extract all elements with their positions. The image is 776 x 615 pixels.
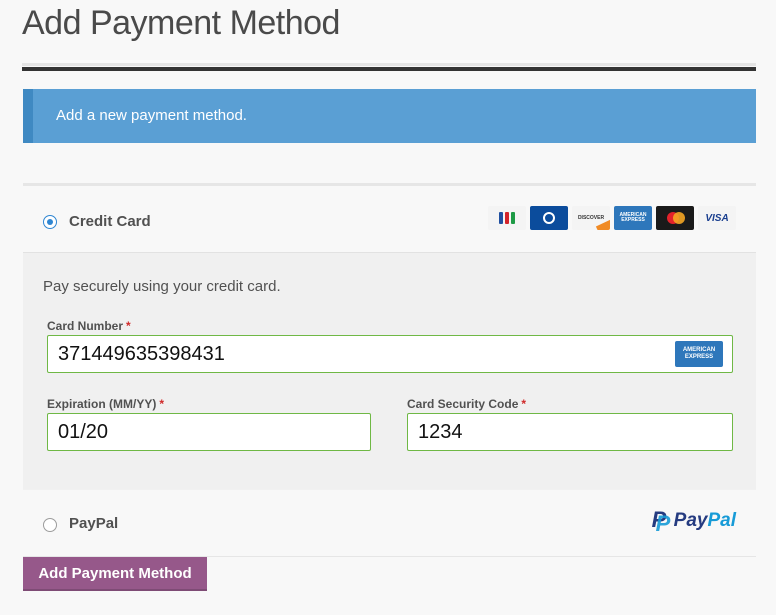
expiration-input[interactable] bbox=[47, 413, 371, 451]
add-payment-method-button[interactable]: Add Payment Method bbox=[23, 557, 207, 591]
discover-icon: DISCOVER bbox=[572, 206, 610, 230]
security-code-input[interactable] bbox=[407, 413, 733, 451]
paypal-logo: PP Pay Pal bbox=[651, 507, 736, 536]
credit-card-description: Pay securely using your credit card. bbox=[43, 278, 281, 295]
amex-icon: AMERICAN EXPRESS bbox=[675, 341, 723, 367]
security-code-label: Card Security Code * bbox=[407, 397, 527, 411]
title-divider bbox=[22, 67, 756, 71]
expiration-label: Expiration (MM/YY) * bbox=[47, 397, 165, 411]
paypal-radio[interactable] bbox=[43, 518, 57, 532]
title-divider-light bbox=[22, 63, 756, 66]
payment-method-credit-card[interactable]: Credit Card DISCOVER AMERICAN EXPRESS VI… bbox=[23, 186, 756, 252]
notice-text: Add a new payment method. bbox=[56, 107, 247, 124]
add-payment-method-page: Add Payment Method Add a new payment met… bbox=[0, 0, 776, 615]
payment-methods-list: Credit Card DISCOVER AMERICAN EXPRESS VI… bbox=[23, 183, 756, 557]
credit-card-label[interactable]: Credit Card bbox=[69, 213, 151, 230]
paypal-label[interactable]: PayPal bbox=[69, 515, 118, 532]
card-number-label: Card Number * bbox=[47, 319, 131, 333]
credit-card-form: Pay securely using your credit card. Car… bbox=[23, 252, 756, 489]
amex-icon: AMERICAN EXPRESS bbox=[614, 206, 652, 230]
credit-card-radio[interactable] bbox=[43, 215, 57, 229]
accepted-cards: DISCOVER AMERICAN EXPRESS VISA bbox=[488, 206, 736, 230]
info-notice: Add a new payment method. bbox=[23, 89, 756, 143]
mastercard-icon bbox=[656, 206, 694, 230]
visa-icon: VISA bbox=[698, 206, 736, 230]
diners-club-icon bbox=[530, 206, 568, 230]
card-number-input[interactable] bbox=[47, 335, 733, 373]
paypal-p-icon: PP bbox=[651, 507, 671, 536]
payment-method-paypal[interactable]: PayPal PP Pay Pal bbox=[23, 489, 756, 557]
jcb-icon bbox=[488, 206, 526, 230]
page-title: Add Payment Method bbox=[22, 4, 340, 42]
